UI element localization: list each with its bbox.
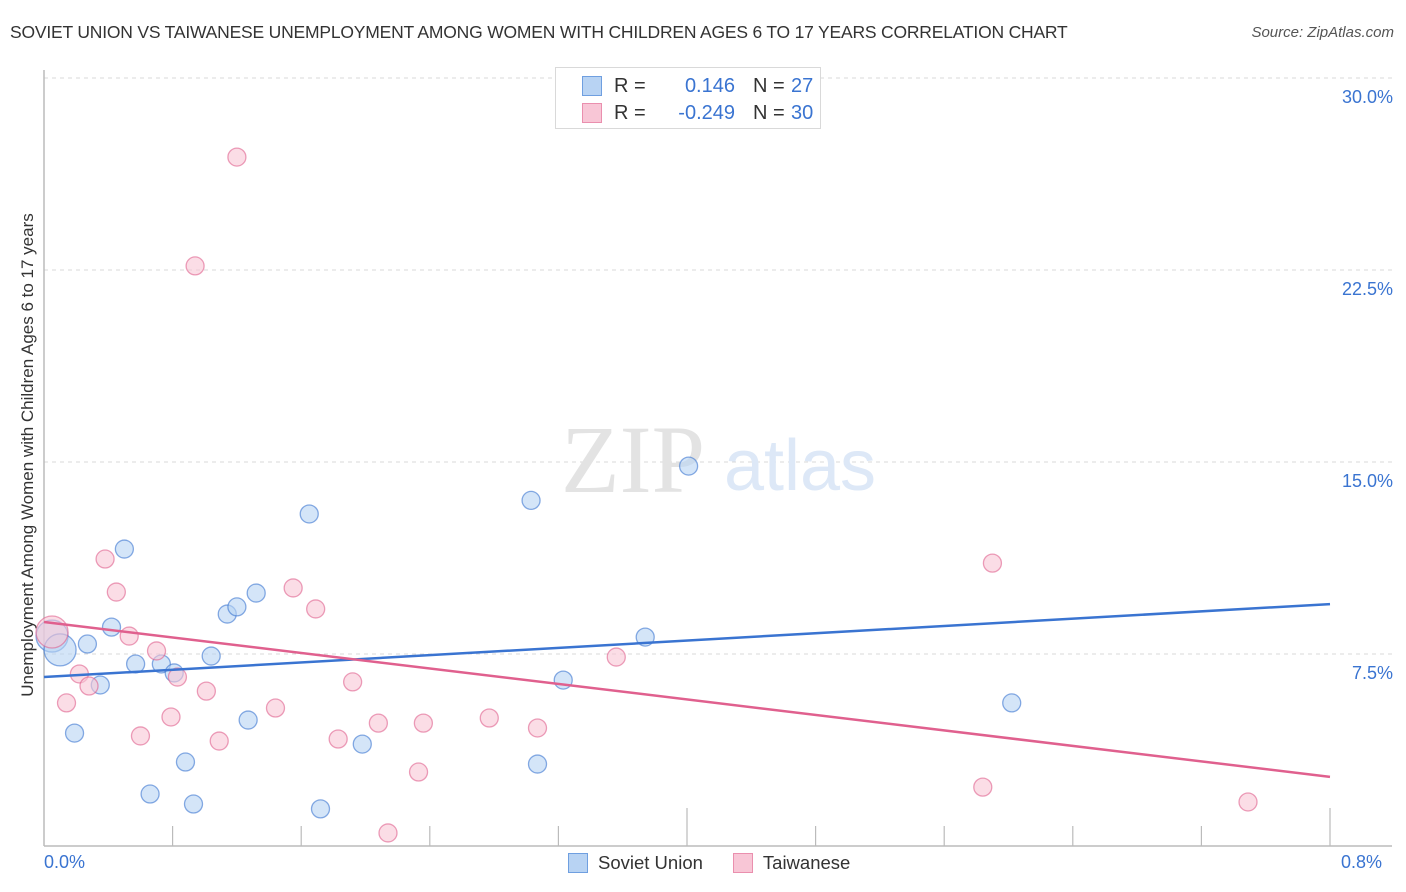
- data-point: [479, 708, 499, 728]
- legend-item-taiwanese[interactable]: Taiwanese: [732, 852, 851, 874]
- data-point: [246, 583, 266, 603]
- data-point: [64, 723, 85, 743]
- data-point: [201, 646, 221, 666]
- correlation-legend: R = 0.146 N = 27 R = -0.249 N = 30: [555, 67, 821, 129]
- gridlines: [44, 77, 1392, 655]
- data-point: [227, 147, 247, 167]
- x-tick-label-max: 0.8%: [1341, 852, 1383, 872]
- y-tick-label: 22.5%: [1341, 279, 1393, 299]
- series-soviet-union: [35, 456, 1022, 819]
- data-point: [130, 726, 151, 746]
- axes: [43, 70, 1392, 847]
- data-point: [973, 777, 993, 797]
- legend-row-soviet-union: R = 0.146 N = 27: [582, 74, 813, 98]
- data-point: [146, 641, 167, 661]
- r-value: 0.146: [684, 74, 735, 97]
- data-point: [982, 553, 1003, 573]
- data-point: [310, 799, 331, 819]
- data-point: [161, 707, 181, 727]
- data-point: [140, 784, 160, 804]
- data-point: [238, 710, 258, 730]
- data-point: [56, 693, 77, 713]
- data-point: [183, 794, 204, 814]
- n-value: 27: [791, 74, 814, 97]
- data-point: [299, 504, 319, 524]
- r-label: R =: [614, 74, 646, 97]
- data-point: [527, 754, 548, 774]
- data-point: [1238, 792, 1258, 812]
- legend-row-taiwanese: R = -0.249 N = 30: [582, 101, 813, 125]
- data-point: [413, 713, 434, 733]
- data-point: [209, 731, 229, 751]
- legend-label: Taiwanese: [762, 852, 851, 873]
- data-point: [368, 713, 389, 733]
- data-point: [77, 634, 98, 654]
- data-point: [306, 599, 326, 619]
- taiwanese-swatch-icon: [732, 853, 753, 873]
- n-label: N =: [753, 74, 785, 97]
- y-tick-label: 15.0%: [1341, 471, 1393, 491]
- data-point: [175, 752, 196, 772]
- data-point: [342, 672, 363, 692]
- watermark: ZIP atlas: [561, 406, 876, 513]
- data-point: [378, 823, 398, 843]
- r-label: R =: [614, 101, 646, 124]
- watermark-atlas: atlas: [724, 426, 876, 506]
- data-point: [196, 681, 217, 701]
- n-label: N =: [753, 101, 785, 124]
- trend-line-taiwanese: [43, 620, 1331, 779]
- trend-lines: [43, 602, 1331, 779]
- data-point: [119, 626, 139, 646]
- data-point: [106, 582, 126, 602]
- y-tick-label: 30.0%: [1341, 87, 1393, 107]
- data-point: [408, 762, 429, 782]
- n-value: 30: [791, 101, 814, 124]
- data-point: [606, 647, 626, 667]
- data-point: [95, 549, 115, 569]
- data-point: [35, 615, 69, 649]
- taiwanese-swatch-icon: [582, 103, 602, 123]
- legend-label: Soviet Union: [598, 852, 703, 873]
- data-point: [114, 539, 135, 559]
- soviet-union-swatch-icon: [568, 853, 588, 873]
- data-point: [283, 578, 303, 598]
- r-value: -0.249: [678, 101, 735, 124]
- data-point: [1002, 693, 1022, 713]
- scatter-plot: ZIP atlas: [35, 70, 1392, 847]
- data-point: [185, 256, 205, 276]
- x-tick-label-min: 0.0%: [44, 852, 86, 872]
- data-point: [521, 490, 541, 511]
- y-tick-label: 7.5%: [1351, 663, 1393, 683]
- data-point: [265, 698, 286, 718]
- legend-item-soviet-union[interactable]: Soviet Union: [568, 852, 703, 874]
- series-legend: Soviet Union Taiwanese: [568, 852, 880, 874]
- data-point: [352, 734, 372, 754]
- soviet-union-swatch-icon: [582, 76, 602, 96]
- data-point: [527, 718, 548, 738]
- data-point: [227, 597, 247, 617]
- y-axis-label: Unemployment Among Women with Children A…: [18, 213, 37, 697]
- data-point: [79, 676, 99, 696]
- data-point: [328, 729, 348, 749]
- data-point: [678, 456, 699, 476]
- data-point: [101, 617, 122, 637]
